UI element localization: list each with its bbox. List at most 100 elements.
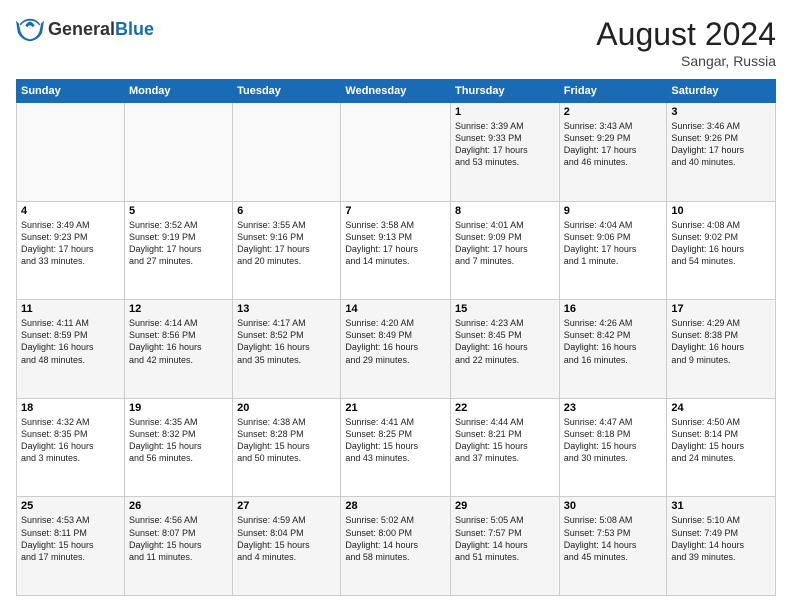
day-number: 11: [21, 303, 120, 315]
day-number: 13: [237, 303, 336, 315]
day-info: Sunrise: 4:14 AMSunset: 8:56 PMDaylight:…: [129, 317, 228, 366]
calendar-cell: 23Sunrise: 4:47 AMSunset: 8:18 PMDayligh…: [559, 398, 667, 497]
weekday-header-tuesday: Tuesday: [233, 80, 341, 103]
day-info: Sunrise: 4:38 AMSunset: 8:28 PMDaylight:…: [237, 416, 336, 465]
month-year: August 2024: [596, 16, 776, 53]
calendar-cell: 12Sunrise: 4:14 AMSunset: 8:56 PMDayligh…: [124, 300, 232, 399]
day-info: Sunrise: 4:41 AMSunset: 8:25 PMDaylight:…: [345, 416, 446, 465]
week-row-1: 1 Sunrise: 3:39 AMSunset: 9:33 PMDaylight…: [17, 103, 776, 202]
day-info: Sunrise: 3:43 AMSunset: 9:29 PMDaylight:…: [564, 120, 663, 169]
day-info: Sunrise: 4:29 AMSunset: 8:38 PMDaylight:…: [671, 317, 771, 366]
day-info: Sunrise: 4:32 AMSunset: 8:35 PMDaylight:…: [21, 416, 120, 465]
day-number: 26: [129, 500, 228, 512]
day-number: 31: [671, 500, 771, 512]
day-number: 24: [671, 402, 771, 414]
day-number: 22: [455, 402, 555, 414]
calendar-cell: 28 Sunrise: 5:02 AMSunset: 8:00 PMDayligh…: [341, 497, 451, 596]
day-number: 2: [564, 106, 663, 118]
day-number: 16: [564, 303, 663, 315]
calendar-cell: 16 Sunrise: 4:26 AMSunset: 8:42 PMDayligh…: [559, 300, 667, 399]
day-info: Sunrise: 4:23 AMSunset: 8:45 PMDaylight:…: [455, 317, 555, 366]
day-info: Sunrise: 4:01 AMSunset: 9:09 PMDaylight:…: [455, 219, 555, 268]
day-info: Sunrise: 4:44 AMSunset: 8:21 PMDaylight:…: [455, 416, 555, 465]
weekday-header-sunday: Sunday: [17, 80, 125, 103]
title-block: August 2024 Sangar, Russia: [596, 16, 776, 69]
day-info: Sunrise: 5:08 AMSunset: 7:53 PMDaylight:…: [564, 514, 663, 563]
day-info: Sunrise: 3:58 AMSunset: 9:13 PMDaylight:…: [345, 219, 446, 268]
day-number: 3: [671, 106, 771, 118]
calendar-cell: 29Sunrise: 5:05 AMSunset: 7:57 PMDayligh…: [451, 497, 560, 596]
day-info: Sunrise: 4:26 AMSunset: 8:42 PMDaylight:…: [564, 317, 663, 366]
calendar-cell: [341, 103, 451, 202]
day-info: Sunrise: 3:39 AMSunset: 9:33 PMDaylight:…: [455, 120, 555, 169]
day-number: 4: [21, 205, 120, 217]
logo-icon: [16, 16, 44, 44]
day-info: Sunrise: 4:35 AMSunset: 8:32 PMDaylight:…: [129, 416, 228, 465]
day-number: 15: [455, 303, 555, 315]
calendar-cell: 15 Sunrise: 4:23 AMSunset: 8:45 PMDayligh…: [451, 300, 560, 399]
day-number: 1: [455, 106, 555, 118]
calendar-cell: 4 Sunrise: 3:49 AMSunset: 9:23 PMDaylight…: [17, 201, 125, 300]
calendar-cell: 9 Sunrise: 4:04 AMSunset: 9:06 PMDaylight…: [559, 201, 667, 300]
day-info: Sunrise: 4:04 AMSunset: 9:06 PMDaylight:…: [564, 219, 663, 268]
weekday-header-row: SundayMondayTuesdayWednesdayThursdayFrid…: [17, 80, 776, 103]
calendar-cell: [17, 103, 125, 202]
day-info: Sunrise: 5:02 AMSunset: 8:00 PMDaylight:…: [345, 514, 446, 563]
weekday-header-saturday: Saturday: [667, 80, 776, 103]
calendar-cell: 31Sunrise: 5:10 AMSunset: 7:49 PMDayligh…: [667, 497, 776, 596]
calendar-cell: 25 Sunrise: 4:53 AMSunset: 8:11 PMDayligh…: [17, 497, 125, 596]
day-number: 9: [564, 205, 663, 217]
logo-blue: Blue: [115, 20, 154, 40]
calendar-cell: 20 Sunrise: 4:38 AMSunset: 8:28 PMDayligh…: [233, 398, 341, 497]
day-info: Sunrise: 4:08 AMSunset: 9:02 PMDaylight:…: [671, 219, 771, 268]
day-info: Sunrise: 4:56 AMSunset: 8:07 PMDaylight:…: [129, 514, 228, 563]
day-number: 25: [21, 500, 120, 512]
day-info: Sunrise: 3:49 AMSunset: 9:23 PMDaylight:…: [21, 219, 120, 268]
calendar-cell: 8Sunrise: 4:01 AMSunset: 9:09 PMDaylight…: [451, 201, 560, 300]
day-info: Sunrise: 4:20 AMSunset: 8:49 PMDaylight:…: [345, 317, 446, 366]
day-info: Sunrise: 3:46 AMSunset: 9:26 PMDaylight:…: [671, 120, 771, 169]
day-number: 20: [237, 402, 336, 414]
day-number: 14: [345, 303, 446, 315]
week-row-4: 18 Sunrise: 4:32 AMSunset: 8:35 PMDayligh…: [17, 398, 776, 497]
day-info: Sunrise: 4:53 AMSunset: 8:11 PMDaylight:…: [21, 514, 120, 563]
day-number: 30: [564, 500, 663, 512]
day-number: 6: [237, 205, 336, 217]
calendar-cell: 17 Sunrise: 4:29 AMSunset: 8:38 PMDayligh…: [667, 300, 776, 399]
week-row-5: 25 Sunrise: 4:53 AMSunset: 8:11 PMDayligh…: [17, 497, 776, 596]
calendar-cell: 14 Sunrise: 4:20 AMSunset: 8:49 PMDayligh…: [341, 300, 451, 399]
calendar-cell: [233, 103, 341, 202]
calendar-cell: 2 Sunrise: 3:43 AMSunset: 9:29 PMDaylight…: [559, 103, 667, 202]
location: Sangar, Russia: [596, 53, 776, 69]
day-info: Sunrise: 5:05 AMSunset: 7:57 PMDaylight:…: [455, 514, 555, 563]
calendar-cell: 11 Sunrise: 4:11 AMSunset: 8:59 PMDayligh…: [17, 300, 125, 399]
logo: GeneralBlue: [16, 16, 154, 44]
day-number: 23: [564, 402, 663, 414]
day-info: Sunrise: 3:52 AMSunset: 9:19 PMDaylight:…: [129, 219, 228, 268]
day-info: Sunrise: 4:50 AMSunset: 8:14 PMDaylight:…: [671, 416, 771, 465]
day-number: 28: [345, 500, 446, 512]
day-number: 18: [21, 402, 120, 414]
day-number: 19: [129, 402, 228, 414]
calendar-cell: 13 Sunrise: 4:17 AMSunset: 8:52 PMDayligh…: [233, 300, 341, 399]
calendar-cell: 5 Sunrise: 3:52 AMSunset: 9:19 PMDaylight…: [124, 201, 232, 300]
weekday-header-wednesday: Wednesday: [341, 80, 451, 103]
page: GeneralBlue August 2024 Sangar, Russia S…: [0, 0, 792, 612]
calendar-cell: [124, 103, 232, 202]
logo-general: General: [48, 20, 115, 40]
header: GeneralBlue August 2024 Sangar, Russia: [16, 16, 776, 69]
day-number: 17: [671, 303, 771, 315]
week-row-2: 4 Sunrise: 3:49 AMSunset: 9:23 PMDaylight…: [17, 201, 776, 300]
calendar-cell: 1 Sunrise: 3:39 AMSunset: 9:33 PMDaylight…: [451, 103, 560, 202]
day-info: Sunrise: 4:59 AMSunset: 8:04 PMDaylight:…: [237, 514, 336, 563]
calendar-cell: 22 Sunrise: 4:44 AMSunset: 8:21 PMDayligh…: [451, 398, 560, 497]
calendar-cell: 30 Sunrise: 5:08 AMSunset: 7:53 PMDayligh…: [559, 497, 667, 596]
day-info: Sunrise: 4:17 AMSunset: 8:52 PMDaylight:…: [237, 317, 336, 366]
day-info: Sunrise: 4:11 AMSunset: 8:59 PMDaylight:…: [21, 317, 120, 366]
calendar-table: SundayMondayTuesdayWednesdayThursdayFrid…: [16, 79, 776, 596]
day-number: 5: [129, 205, 228, 217]
weekday-header-thursday: Thursday: [451, 80, 560, 103]
day-number: 7: [345, 205, 446, 217]
calendar-cell: 26 Sunrise: 4:56 AMSunset: 8:07 PMDayligh…: [124, 497, 232, 596]
logo-text: GeneralBlue: [48, 20, 154, 40]
